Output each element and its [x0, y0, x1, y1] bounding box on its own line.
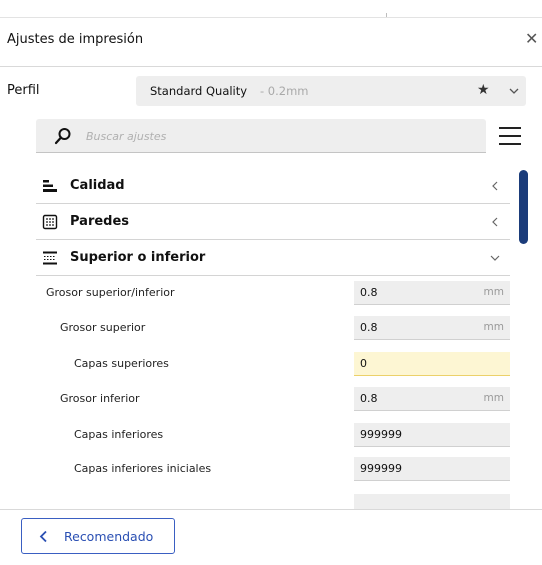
- close-icon[interactable]: ✕: [525, 31, 538, 47]
- section-label: Calidad: [70, 178, 125, 193]
- chevron-left-icon: [492, 217, 498, 227]
- setting-row-grosor-superior: Grosor superior 0.8 mm: [36, 314, 510, 342]
- menu-icon[interactable]: [499, 126, 521, 146]
- profile-name: Standard Quality: [150, 84, 248, 98]
- setting-value: 999999: [360, 462, 402, 475]
- section-calidad[interactable]: Calidad: [36, 168, 510, 204]
- profile-label: Perfil: [7, 83, 40, 98]
- setting-unit: mm: [483, 286, 504, 298]
- setting-value: 0.8: [360, 392, 378, 405]
- dialog-header: Ajustes de impresión ✕: [0, 18, 542, 66]
- setting-field-capas-superiores[interactable]: 0: [354, 352, 510, 376]
- setting-row-grosor-inferior: Grosor inferior 0.8 mm: [36, 385, 510, 413]
- settings-panel: Calidad Paredes Superior o inferior Gros: [36, 168, 510, 509]
- top-bottom-icon: [43, 251, 57, 265]
- setting-row-capas-inferiores: Capas inferiores 999999: [36, 421, 510, 449]
- setting-row-grosor-superior-inferior: Grosor superior/inferior 0.8 mm: [36, 279, 510, 307]
- search-input[interactable]: [86, 127, 466, 145]
- profile-select[interactable]: Standard Quality - 0.2mm ★: [136, 76, 526, 106]
- setting-field-grosor-superior[interactable]: 0.8 mm: [354, 316, 510, 340]
- setting-row-capas-inferiores-iniciales: Capas inferiores iniciales 999999: [36, 455, 510, 483]
- setting-label: Grosor superior: [60, 321, 146, 334]
- profile-detail: - 0.2mm: [260, 84, 309, 98]
- header-divider: [0, 66, 542, 67]
- section-label: Paredes: [70, 214, 130, 229]
- setting-unit: mm: [483, 392, 504, 404]
- chevron-left-icon: [39, 530, 47, 543]
- recommended-label: Recomendado: [64, 529, 154, 544]
- section-paredes[interactable]: Paredes: [36, 204, 510, 240]
- recommended-button[interactable]: Recomendado: [21, 518, 175, 554]
- chevron-left-icon: [492, 181, 498, 191]
- top-tick-mark: [386, 13, 387, 17]
- setting-unit: mm: [483, 321, 504, 333]
- footer-divider: [0, 509, 542, 510]
- setting-row-partial: [36, 492, 510, 509]
- setting-label: Capas superiores: [74, 357, 169, 370]
- setting-value: 0.8: [360, 321, 378, 334]
- quality-icon: [43, 180, 57, 192]
- setting-label: Capas inferiores iniciales: [74, 462, 212, 475]
- setting-field-capas-inferiores[interactable]: 999999: [354, 423, 510, 447]
- setting-row-capas-superiores: Capas superiores 0: [36, 350, 510, 378]
- setting-value: 999999: [360, 428, 402, 441]
- setting-label: Grosor inferior: [60, 392, 140, 405]
- section-label: Superior o inferior: [70, 250, 206, 265]
- scrollbar-thumb[interactable]: [519, 170, 528, 244]
- setting-field-grosor-inferior[interactable]: 0.8 mm: [354, 387, 510, 411]
- section-superior-inferior[interactable]: Superior o inferior: [36, 240, 510, 276]
- setting-value: 0.8: [360, 286, 378, 299]
- setting-label: Capas inferiores: [74, 428, 164, 441]
- search-icon: [54, 128, 71, 145]
- dialog-title: Ajustes de impresión: [7, 32, 144, 47]
- star-icon[interactable]: ★: [477, 82, 490, 98]
- chevron-down-icon: [490, 255, 500, 261]
- setting-value: 0: [360, 357, 367, 370]
- setting-field-partial[interactable]: [354, 494, 510, 509]
- walls-icon: [42, 214, 58, 230]
- setting-field-grosor-superior-inferior[interactable]: 0.8 mm: [354, 281, 510, 305]
- setting-field-capas-inferiores-iniciales[interactable]: 999999: [354, 457, 510, 481]
- chevron-down-icon[interactable]: [508, 85, 520, 97]
- setting-label: Grosor superior/inferior: [46, 286, 175, 299]
- search-box: [36, 119, 486, 153]
